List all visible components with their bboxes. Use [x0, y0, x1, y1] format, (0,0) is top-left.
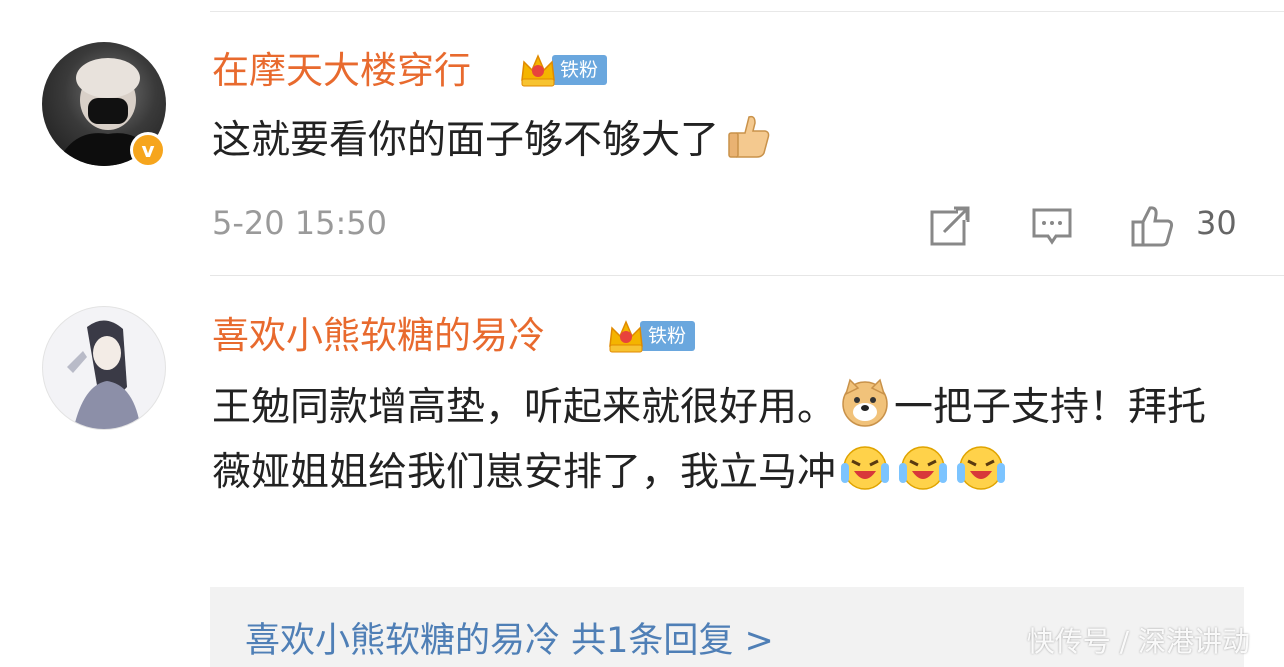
comment-username[interactable]: 在摩天大楼穿行	[212, 49, 471, 93]
view-replies-link[interactable]: 喜欢小熊软糖的易冷 共1条回复 >	[245, 612, 774, 663]
fan-badge[interactable]: 铁粉	[518, 52, 608, 88]
comment-divider	[210, 275, 1284, 276]
fan-badge-label: 铁粉	[640, 321, 696, 351]
like-count: 30	[1196, 204, 1237, 242]
fan-badge[interactable]: 铁粉	[606, 318, 696, 354]
comment-text: 这就要看你的面子够不够大了	[212, 108, 777, 173]
comment-text-body: 这就要看你的面子够不够大了	[212, 118, 720, 163]
share-icon[interactable]	[928, 204, 972, 248]
watermark: 快传号 / 深港讲动	[1026, 625, 1250, 658]
laughing-crying-icon	[899, 446, 948, 490]
verified-badge-icon: v	[130, 132, 166, 168]
avatar[interactable]	[42, 306, 166, 430]
crown-icon	[521, 54, 555, 87]
fan-badge-label: 铁粉	[552, 55, 608, 85]
thumbs-up-icon	[728, 115, 770, 158]
crown-icon	[609, 320, 643, 353]
top-divider	[210, 11, 1284, 12]
like-icon[interactable]	[1130, 204, 1174, 248]
comment-icon[interactable]	[1030, 204, 1074, 248]
doge-icon	[842, 378, 888, 427]
comment-text-part1: 王勉同款增高垫，听起来就很好用。	[212, 385, 837, 430]
comment-text: 王勉同款增高垫，听起来就很好用。 一把子支持！拜托薇娅姐姐给我们崽安排了，我立马…	[212, 375, 1222, 505]
comment-username[interactable]: 喜欢小熊软糖的易冷	[212, 314, 545, 358]
comment-timestamp: 5-20 15:50	[212, 204, 388, 242]
laughing-crying-icon	[957, 446, 1006, 490]
laughing-crying-icon	[841, 446, 890, 490]
